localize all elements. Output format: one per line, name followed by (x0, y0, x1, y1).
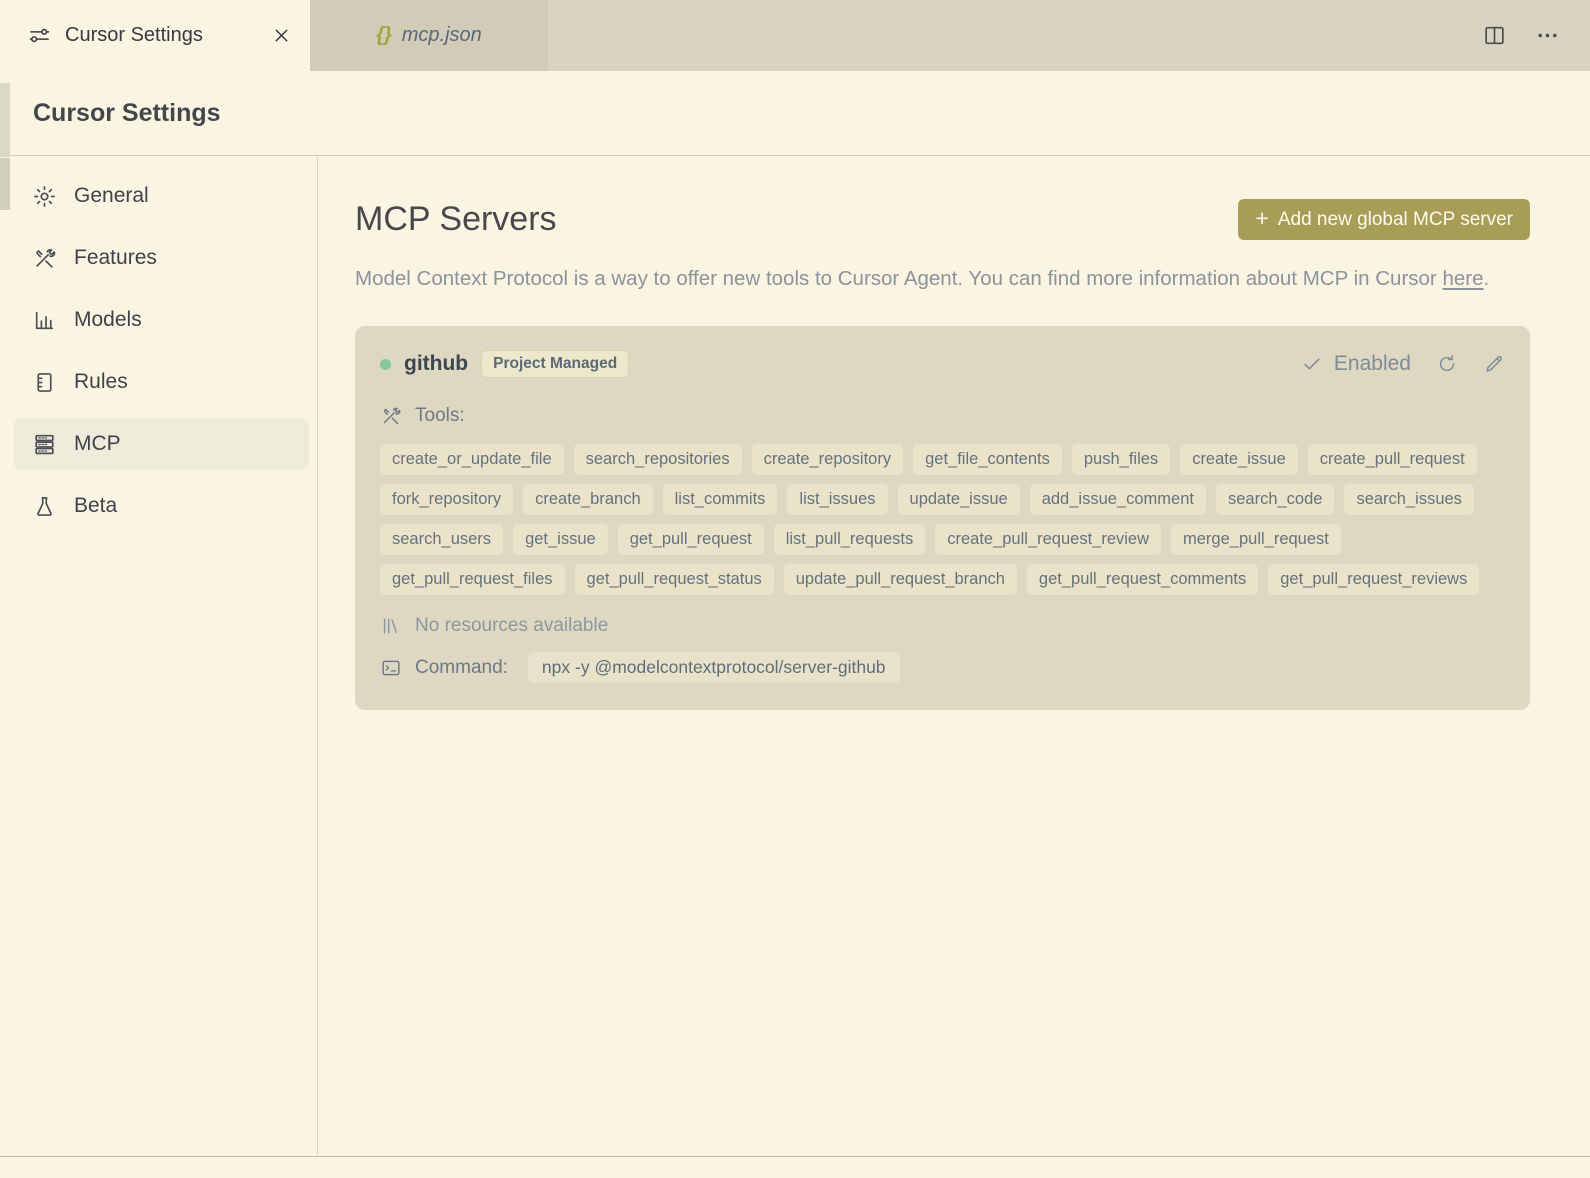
tab-bar-actions (1482, 0, 1590, 71)
gear-icon (34, 185, 55, 207)
more-actions-icon[interactable] (1535, 23, 1560, 48)
sidebar-item-models[interactable]: Models (14, 295, 309, 345)
tab-label: mcp.json (401, 24, 482, 46)
notebook-icon (37, 372, 52, 392)
sidebar-item-rules[interactable]: Rules (14, 357, 309, 407)
tool-tag: list_issues (787, 484, 888, 515)
mcp-server-card-github: github Project Managed Enabled Tools: cr… (355, 326, 1530, 710)
sidebar-item-label: Models (74, 308, 142, 331)
flask-icon (37, 496, 52, 516)
split-editor-icon[interactable] (1482, 23, 1507, 48)
project-managed-badge: Project Managed (481, 350, 630, 378)
sidebar-item-label: MCP (74, 432, 121, 455)
left-edge-sliver-bottom (0, 158, 10, 210)
resources-text: No resources available (415, 615, 609, 636)
tab-bar-left-pad (0, 0, 10, 71)
left-edge-sliver-top (0, 83, 10, 157)
tool-tag: list_pull_requests (773, 524, 926, 555)
sidebar-item-label: Rules (74, 370, 128, 393)
edit-pencil-icon[interactable] (1483, 353, 1505, 375)
page-title: Cursor Settings (33, 98, 221, 127)
sidebar-item-general[interactable]: General (14, 171, 309, 221)
description-period: . (1483, 267, 1490, 290)
tool-tag: push_files (1071, 444, 1171, 475)
tool-tag: get_pull_request (617, 524, 764, 555)
sliders-icon (29, 28, 50, 43)
editor-tab-bar: Cursor Settings {} mcp.json (0, 0, 1590, 71)
terminal-icon (382, 660, 400, 675)
tool-tag: get_pull_request_files (380, 564, 565, 595)
tool-tag: get_file_contents (913, 444, 1062, 475)
here-link[interactable]: here (1442, 267, 1483, 290)
tools-icon (36, 248, 56, 268)
enabled-toggle[interactable]: Enabled (1301, 352, 1411, 376)
server-status-dot (380, 358, 391, 370)
tool-tag: merge_pull_request (1171, 524, 1341, 555)
tool-tag: search_issues (1344, 484, 1474, 515)
settings-sidebar: General Features Models Rules MCP Beta (0, 157, 318, 1155)
enabled-label: Enabled (1333, 352, 1411, 375)
tool-tag-list: create_or_update_file search_repositorie… (380, 444, 1505, 595)
sidebar-item-mcp[interactable]: MCP (14, 419, 309, 469)
tab-label: Cursor Settings (65, 24, 203, 46)
section-title: MCP Servers (355, 200, 557, 238)
add-button-label: Add new global MCP server (1277, 208, 1513, 230)
tool-tag: get_issue (513, 524, 608, 555)
tool-tag: search_users (380, 524, 504, 555)
tool-tag: get_pull_request_comments (1026, 564, 1259, 595)
bar-chart-icon (35, 311, 54, 329)
description-text: Model Context Protocol is a way to offer… (355, 267, 1443, 290)
refresh-icon[interactable] (1436, 353, 1458, 375)
tool-tag: create_issue (1180, 444, 1298, 475)
command-label: Command: (415, 656, 508, 678)
tool-tag: get_pull_request_status (574, 564, 774, 595)
tool-tag: search_repositories (573, 444, 742, 475)
sidebar-item-label: Features (74, 246, 157, 269)
check-icon (1304, 358, 1320, 370)
tool-tag: fork_repository (380, 484, 514, 515)
resources-books-icon (383, 618, 398, 634)
tab-cursor-settings[interactable]: Cursor Settings (10, 0, 310, 71)
mcp-settings-panel: MCP Servers + Add new global MCP server … (318, 157, 1590, 1155)
tool-tag: get_pull_request_reviews (1268, 564, 1480, 595)
tool-tag: create_pull_request (1307, 444, 1477, 475)
command-value: npx -y @modelcontextprotocol/server-gith… (527, 652, 900, 683)
tab-mcp-json[interactable]: {} mcp.json (310, 0, 548, 71)
sidebar-item-label: General (74, 184, 149, 207)
close-icon[interactable] (271, 25, 292, 46)
bottom-strip (0, 1156, 1590, 1178)
sidebar-item-features[interactable]: Features (14, 233, 309, 283)
tool-tag: update_pull_request_branch (783, 564, 1017, 595)
plus-icon: + (1255, 205, 1269, 231)
tool-tag: update_issue (897, 484, 1020, 515)
tool-tag: list_commits (662, 484, 778, 515)
tools-label: Tools: (415, 405, 465, 426)
tool-tag: add_issue_comment (1029, 484, 1206, 515)
sidebar-item-label: Beta (74, 494, 118, 517)
add-global-mcp-server-button[interactable]: + Add new global MCP server (1238, 199, 1530, 240)
tool-tag: create_or_update_file (380, 444, 564, 475)
settings-page-header: Cursor Settings (0, 71, 1590, 156)
mcp-description: Model Context Protocol is a way to offer… (355, 261, 1525, 296)
tool-tag: create_pull_request_review (935, 524, 1162, 555)
tools-icon (383, 407, 401, 425)
json-braces-icon: {} (376, 24, 392, 46)
server-stack-icon (35, 434, 54, 454)
server-name: github (404, 352, 469, 375)
tool-tag: create_repository (751, 444, 904, 475)
sidebar-item-beta[interactable]: Beta (14, 481, 309, 531)
tool-tag: create_branch (523, 484, 653, 515)
tool-tag: search_code (1215, 484, 1335, 515)
